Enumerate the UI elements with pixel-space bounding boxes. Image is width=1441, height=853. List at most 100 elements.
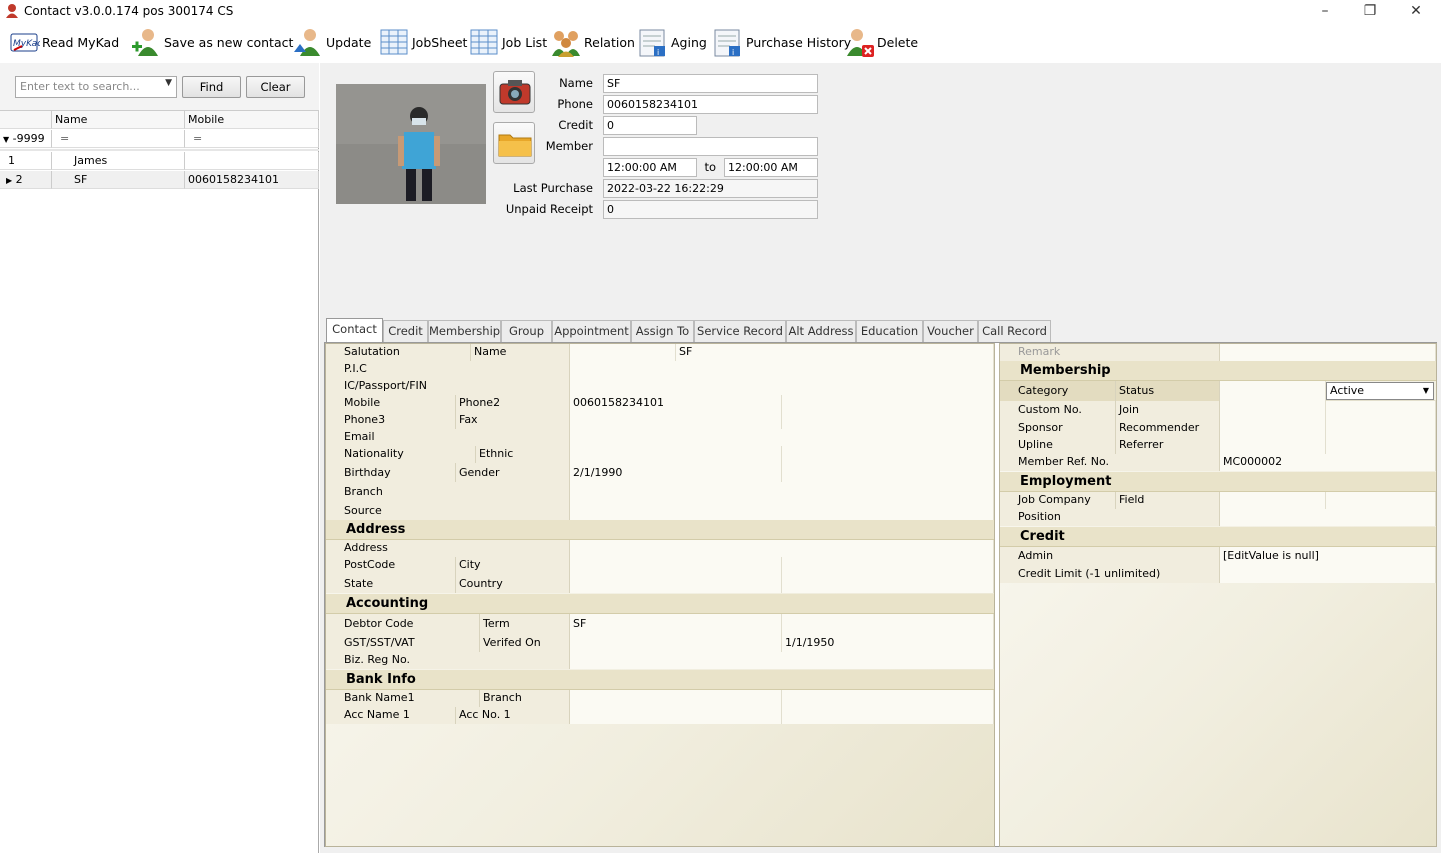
category-value[interactable] [1220, 381, 1326, 401]
bank-branch-value[interactable] [782, 690, 994, 707]
category-row[interactable]: Category Status Active ▼ [1000, 381, 1436, 401]
tab-appointment[interactable]: Appointment [552, 320, 631, 342]
credit-limit-value[interactable] [1220, 565, 1436, 583]
upline-row[interactable]: Upline Referrer [1000, 437, 1436, 454]
member-ref-row[interactable]: Member Ref. No. MC000002 [1000, 454, 1436, 471]
email-value[interactable] [570, 429, 994, 446]
job-company-value[interactable] [1220, 492, 1326, 509]
ic-value[interactable] [570, 378, 994, 395]
verified-on-value[interactable]: 1/1/1950 [782, 633, 994, 652]
remark-value[interactable] [1220, 344, 1436, 361]
tab-service-record[interactable]: Service Record [694, 320, 786, 342]
recommender-value[interactable] [1326, 419, 1436, 437]
tab-credit[interactable]: Credit [383, 320, 428, 342]
tab-assign-to[interactable]: Assign To [631, 320, 694, 342]
credit-category[interactable]: Credit [1000, 527, 1436, 547]
purchase-history-button[interactable]: i Purchase History [712, 24, 851, 60]
save-as-new-contact-button[interactable]: Save as new contact [130, 24, 293, 60]
join-value[interactable] [1326, 401, 1436, 419]
minimize-button[interactable]: – [1302, 0, 1348, 22]
address-row[interactable]: Address [326, 540, 994, 557]
sponsor-row[interactable]: Sponsor Recommender [1000, 419, 1436, 437]
restore-button[interactable]: ❐ [1347, 0, 1393, 22]
tab-call-record[interactable]: Call Record [978, 320, 1051, 342]
referrer-value[interactable] [1326, 437, 1436, 454]
clear-button[interactable]: Clear [246, 76, 305, 98]
col-mobile-header[interactable]: Mobile [185, 111, 319, 129]
birthday-value[interactable]: 2/1/1990 [570, 463, 782, 482]
member-ref-value[interactable]: MC000002 [1220, 454, 1436, 471]
term-value[interactable] [782, 614, 994, 633]
jobsheet-button[interactable]: JobSheet [378, 24, 467, 60]
credit-limit-row[interactable]: Credit Limit (-1 unlimited) [1000, 565, 1436, 583]
membership-category[interactable]: Membership [1000, 361, 1436, 381]
state-row[interactable]: State Country [326, 574, 994, 593]
position-row[interactable]: Position [1000, 509, 1436, 526]
pic-value[interactable] [570, 361, 994, 378]
branch-row[interactable]: Branch [326, 482, 994, 501]
email-row[interactable]: Email [326, 429, 994, 446]
accounting-category[interactable]: Accounting [326, 594, 994, 614]
tab-education[interactable]: Education [856, 320, 923, 342]
birthday-row[interactable]: Birthday Gender 2/1/1990 [326, 463, 994, 482]
position-value[interactable] [1220, 509, 1436, 526]
col-name-header[interactable]: Name [52, 111, 185, 129]
remark-row[interactable]: Remark [1000, 344, 1436, 361]
find-button[interactable]: Find [182, 76, 241, 98]
tab-alt-address[interactable]: Alt Address [786, 320, 856, 342]
phone3-row[interactable]: Phone3 Fax [326, 412, 994, 429]
employment-category[interactable]: Employment [1000, 472, 1436, 492]
relation-button[interactable]: Relation [550, 24, 635, 60]
debtor-row[interactable]: Debtor Code Term SF [326, 614, 994, 633]
member-time-from-field[interactable]: 12:00:00 AM [603, 158, 697, 177]
acc-name-row[interactable]: Acc Name 1 Acc No. 1 [326, 707, 994, 724]
open-folder-button[interactable] [493, 122, 535, 164]
member-time-to-field[interactable]: 12:00:00 AM [724, 158, 818, 177]
debtor-code-value[interactable]: SF [570, 614, 782, 633]
mobile-row[interactable]: Mobile Phone2 0060158234101 [326, 395, 994, 412]
mobile-value[interactable]: 0060158234101 [570, 395, 782, 412]
gst-value[interactable] [570, 633, 782, 652]
phone-field[interactable]: 0060158234101 [603, 95, 818, 114]
read-mykad-button[interactable]: MyKad Read MyKad [8, 24, 119, 60]
pic-row[interactable]: P.I.C [326, 361, 994, 378]
phone3-value[interactable] [570, 412, 782, 429]
branch-value[interactable] [570, 482, 994, 501]
address-category[interactable]: Address [326, 520, 994, 540]
city-value[interactable] [782, 557, 994, 574]
phone2-value[interactable] [782, 395, 994, 412]
nationality-value[interactable] [570, 446, 782, 463]
member-field[interactable] [603, 137, 818, 156]
update-button[interactable]: Update [292, 24, 371, 60]
postcode-row[interactable]: PostCode City [326, 557, 994, 574]
job-list-button[interactable]: Job List [468, 24, 547, 60]
source-value[interactable] [570, 501, 994, 520]
fax-value[interactable] [782, 412, 994, 429]
search-input[interactable]: Enter text to search... ▼ [15, 76, 177, 98]
biz-reg-value[interactable] [570, 652, 994, 669]
salutation-row[interactable]: Salutation Name SF [326, 344, 994, 361]
aging-button[interactable]: i Aging [637, 24, 707, 60]
postcode-value[interactable] [570, 557, 782, 574]
bank-info-category[interactable]: Bank Info [326, 670, 994, 690]
tab-contact[interactable]: Contact [326, 318, 383, 342]
ethnic-value[interactable] [782, 446, 994, 463]
tab-group[interactable]: Group [501, 320, 552, 342]
acc-no-value[interactable] [782, 707, 994, 724]
source-row[interactable]: Source [326, 501, 994, 520]
acc-name-value[interactable] [570, 707, 782, 724]
delete-button[interactable]: Delete [843, 24, 918, 60]
filter-name-cell[interactable]: = [52, 130, 185, 148]
bank-name-value[interactable] [570, 690, 782, 707]
filter-id-cell[interactable]: ▼ -9999 [0, 130, 52, 148]
ic-row[interactable]: IC/Passport/FIN [326, 378, 994, 395]
name-value[interactable]: SF [676, 344, 994, 361]
sponsor-value[interactable] [1220, 419, 1326, 437]
address-value[interactable] [570, 540, 994, 557]
custom-no-row[interactable]: Custom No. Join [1000, 401, 1436, 419]
job-company-row[interactable]: Job Company Field [1000, 492, 1436, 509]
custom-no-value[interactable] [1220, 401, 1326, 419]
salutation-value[interactable] [570, 344, 676, 361]
close-button[interactable]: ✕ [1393, 0, 1439, 22]
state-value[interactable] [570, 574, 782, 593]
